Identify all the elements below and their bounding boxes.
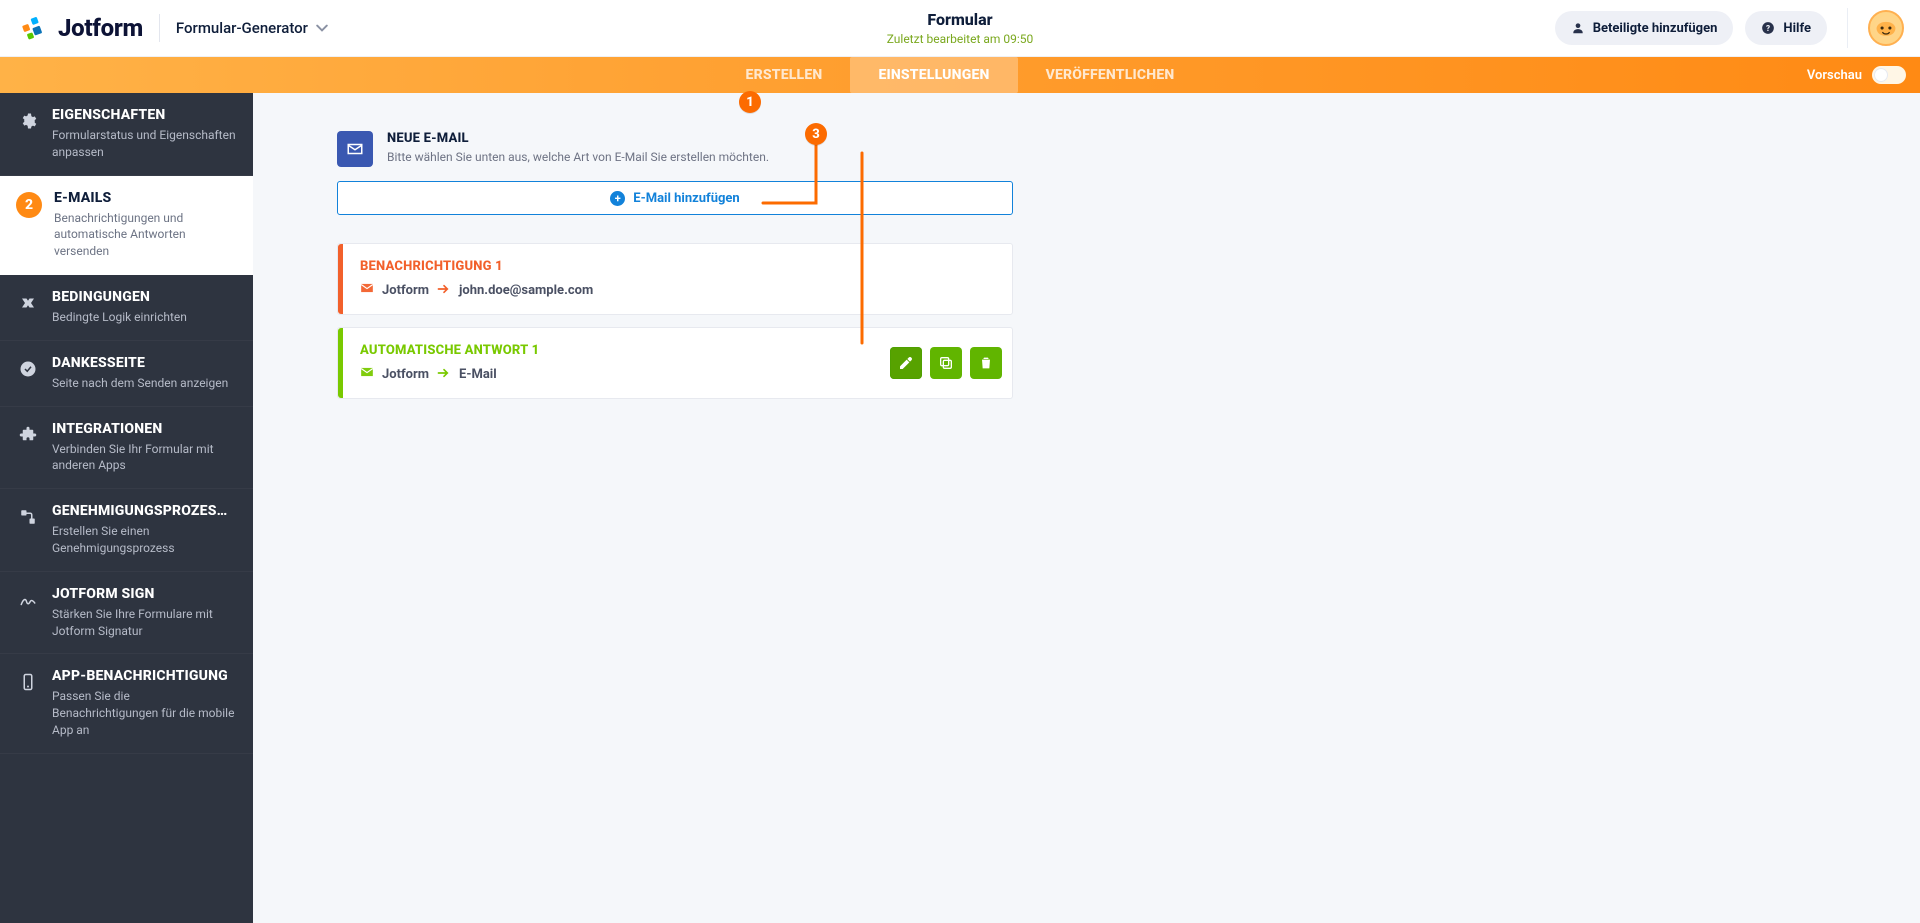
tabs-ribbon: ERSTELLEN EINSTELLUNGEN VERÖFFENTLICHEN … [0,57,1920,93]
help-label: Hilfe [1783,21,1811,36]
tab-settings[interactable]: EINSTELLUNGEN [850,57,1017,93]
arrow-right-icon [437,283,451,298]
collaborate-button[interactable]: Beteiligte hinzufügen [1555,11,1734,45]
signature-icon [16,588,40,612]
arrow-right-icon [437,367,451,382]
add-email-label: E-Mail hinzufügen [633,191,739,206]
section-title: NEUE E-MAIL [387,131,769,146]
sidebar-item-app-notifications[interactable]: APP-BENACHRICHTIGUNG Passen Sie die Bena… [0,654,253,753]
section-description: Bitte wählen Sie unten aus, welche Art v… [387,150,769,164]
tab-create-label: ERSTELLEN [746,67,823,83]
gear-icon [16,109,40,133]
envelope-icon [360,366,374,382]
email-from: Jotform [382,367,429,382]
sidebar-item-sub: Erstellen Sie einen Genehmigungsprozess [52,523,239,557]
email-from: Jotform [382,283,429,298]
tab-create[interactable]: ERSTELLEN [718,57,851,93]
breadcrumb-label: Formular-Generator [176,19,308,37]
sidebar-item-label: BEDINGUNGEN [52,289,187,305]
avatar[interactable] [1868,10,1904,46]
tab-publish-label: VERÖFFENTLICHEN [1046,67,1175,83]
preview-toggle[interactable] [1872,66,1906,84]
divider-icon [1847,8,1848,48]
puzzle-icon [16,423,40,447]
svg-text:?: ? [1766,23,1770,33]
sidebar-item-properties[interactable]: EIGENSCHAFTEN Formularstatus und Eigensc… [0,93,253,176]
sidebar-item-approvals[interactable]: GENEHMIGUNGSPROZES… Erstellen Sie einen … [0,489,253,572]
sidebar-item-emails[interactable]: 2 E-MAILS Benachrichtigungen und automat… [0,176,253,275]
divider-icon [159,14,160,42]
sidebar-item-sub: Passen Sie die Benachrichtigungen für di… [52,688,239,738]
envelope-icon [360,282,374,298]
user-icon [1571,21,1585,35]
sidebar-item-label: EIGENSCHAFTEN [52,107,239,123]
chevron-down-icon [316,22,328,34]
edit-button[interactable] [890,347,922,379]
email-card-route: Jotform john.doe@sample.com [360,282,996,298]
email-to: E-Mail [459,367,497,382]
top-header: Jotform Formular-Generator Formular Zule… [0,0,1920,57]
help-button[interactable]: ? Hilfe [1745,11,1827,45]
breadcrumb[interactable]: Formular-Generator [176,19,328,37]
header-right: Beteiligte hinzufügen ? Hilfe [1555,8,1904,48]
brand[interactable]: Jotform [20,14,143,42]
email-card-title: BENACHRICHTIGUNG 1 [360,259,996,274]
mobile-icon [16,670,40,694]
content: NEUE E-MAIL Bitte wählen Sie unten aus, … [253,93,1920,923]
brand-logo-icon [20,14,48,42]
tab-settings-label: EINSTELLUNGEN [878,67,989,83]
preview-label: Vorschau [1807,68,1862,83]
sidebar-item-label: GENEHMIGUNGSPROZES… [52,503,239,519]
form-title: Formular [887,10,1034,29]
brand-name: Jotform [58,14,143,42]
flow-icon [16,505,40,529]
sidebar-item-integrations[interactable]: INTEGRATIONEN Verbinden Sie Ihr Formular… [0,407,253,490]
sidebar-item-sub: Formularstatus und Eigenschaften anpasse… [52,127,239,161]
sidebar-item-sub: Benachrichtigungen und automatische Antw… [54,210,239,260]
delete-button[interactable] [970,347,1002,379]
form-subtitle: Zuletzt bearbeitet am 09:50 [887,32,1034,46]
sidebar-item-sub: Stärken Sie Ihre Formulare mit Jotform S… [52,606,239,640]
sidebar-item-thankyou[interactable]: DANKESSEITE Seite nach dem Senden anzeig… [0,341,253,407]
sidebar-item-label: E-MAILS [54,190,239,206]
stage: EIGENSCHAFTEN Formularstatus und Eigensc… [0,93,1920,923]
tabs: ERSTELLEN EINSTELLUNGEN VERÖFFENTLICHEN [718,57,1203,93]
duplicate-button[interactable] [930,347,962,379]
sidebar-item-conditions[interactable]: BEDINGUNGEN Bedingte Logik einrichten [0,275,253,341]
email-card-actions [890,347,1002,379]
email-card-autoresponder[interactable]: AUTOMATISCHE ANTWORT 1 Jotform E-Mail [337,327,1013,399]
form-title-area[interactable]: Formular Zuletzt bearbeitet am 09:50 [887,10,1034,46]
branch-icon [16,291,40,315]
sidebar-item-sub: Verbinden Sie Ihr Formular mit anderen A… [52,441,239,475]
sidebar-item-label: DANKESSEITE [52,355,228,371]
step-marker-2-icon: 2 [16,192,42,218]
section-header: NEUE E-MAIL Bitte wählen Sie unten aus, … [337,131,1013,167]
plus-circle-icon: + [610,191,625,206]
add-email-button[interactable]: + E-Mail hinzufügen [337,181,1013,215]
check-circle-icon [16,357,40,381]
sidebar-item-label: JOTFORM SIGN [52,586,239,602]
ribbon-right: Vorschau [1807,57,1906,93]
step-marker-1-icon: 1 [739,91,761,113]
sidebar-item-label: INTEGRATIONEN [52,421,239,437]
sidebar-item-sub: Seite nach dem Senden anzeigen [52,375,228,392]
sidebar-item-label: APP-BENACHRICHTIGUNG [52,668,239,684]
sidebar-item-sign[interactable]: JOTFORM SIGN Stärken Sie Ihre Formulare … [0,572,253,655]
email-card-notification[interactable]: BENACHRICHTIGUNG 1 Jotform john.doe@samp… [337,243,1013,315]
help-icon: ? [1761,21,1775,35]
collaborate-label: Beteiligte hinzufügen [1593,21,1718,36]
tab-publish[interactable]: VERÖFFENTLICHEN [1018,57,1203,93]
sidebar-item-sub: Bedingte Logik einrichten [52,309,187,326]
email-square-icon [337,131,373,167]
settings-sidebar: EIGENSCHAFTEN Formularstatus und Eigensc… [0,93,253,923]
content-inner: NEUE E-MAIL Bitte wählen Sie unten aus, … [337,131,1013,399]
email-to: john.doe@sample.com [459,283,593,298]
